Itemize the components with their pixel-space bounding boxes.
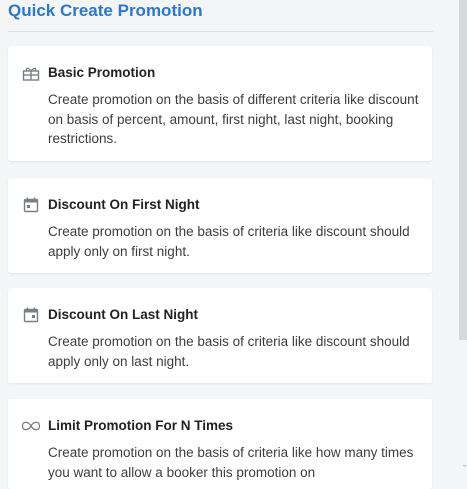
panel-title: Quick Create Promotion bbox=[8, 1, 203, 20]
card-header: Basic Promotion bbox=[21, 64, 420, 82]
quick-create-promotion-panel: Quick Create Promotion Basic Promotion C… bbox=[0, 0, 440, 489]
card-title: Discount On Last Night bbox=[48, 307, 198, 322]
card-header: Discount On Last Night bbox=[21, 306, 420, 324]
card-header: Limit Promotion For N Times bbox=[21, 417, 420, 435]
discount-first-night-card[interactable]: Discount On First Night Create promotion… bbox=[8, 178, 432, 273]
card-description: Create promotion on the basis of criteri… bbox=[48, 224, 410, 259]
infinity-icon bbox=[21, 418, 41, 434]
calendar-icon bbox=[21, 307, 41, 323]
discount-last-night-card[interactable]: Discount On Last Night Create promotion … bbox=[8, 288, 432, 383]
card-title: Limit Promotion For N Times bbox=[48, 418, 234, 433]
card-title: Basic Promotion bbox=[48, 65, 156, 80]
card-description: Create promotion on the basis of differe… bbox=[48, 92, 419, 146]
gift-icon bbox=[21, 65, 41, 81]
card-description: Create promotion on the basis of criteri… bbox=[48, 334, 410, 369]
calendar-icon bbox=[21, 197, 41, 213]
card-description: Create promotion on the basis of criteri… bbox=[48, 445, 414, 480]
limit-promotion-card[interactable]: Limit Promotion For N Times Create promo… bbox=[8, 399, 432, 489]
title-divider bbox=[8, 31, 433, 32]
card-header: Discount On First Night bbox=[21, 196, 420, 214]
scrollbar[interactable] bbox=[459, 0, 467, 340]
card-title: Discount On First Night bbox=[48, 197, 200, 212]
scroll-indicator: ˇ bbox=[463, 464, 467, 476]
basic-promotion-card[interactable]: Basic Promotion Create promotion on the … bbox=[8, 46, 432, 161]
